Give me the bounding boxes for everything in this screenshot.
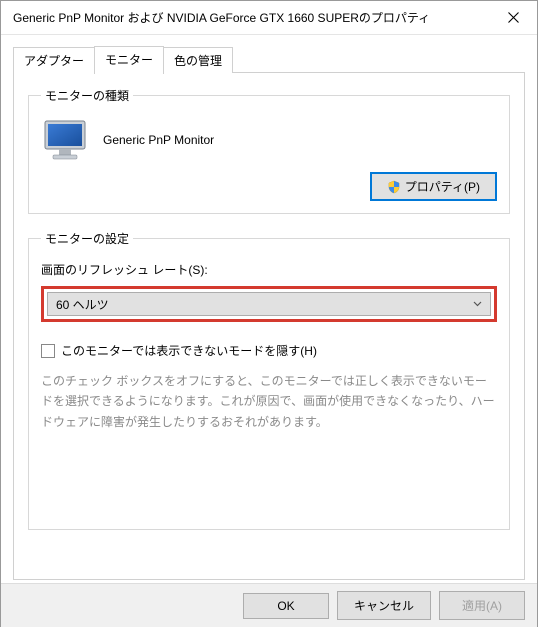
cancel-button[interactable]: キャンセル bbox=[337, 591, 431, 620]
monitor-name: Generic PnP Monitor bbox=[103, 133, 214, 147]
monitor-settings-group: モニターの設定 画面のリフレッシュ レート(S): 60 ヘルツ このモニターで… bbox=[28, 230, 510, 530]
tab-adapter[interactable]: アダプター bbox=[13, 47, 95, 73]
tab-panel-monitor: モニターの種類 bbox=[13, 72, 525, 580]
properties-button[interactable]: プロパティ(P) bbox=[370, 172, 497, 201]
apply-button[interactable]: 適用(A) bbox=[439, 591, 525, 620]
tab-color[interactable]: 色の管理 bbox=[163, 47, 233, 73]
titlebar: Generic PnP Monitor および NVIDIA GeForce G… bbox=[1, 1, 537, 35]
refresh-rate-value: 60 ヘルツ bbox=[56, 296, 109, 313]
monitor-type-legend: モニターの種類 bbox=[41, 87, 133, 104]
properties-row: プロパティ(P) bbox=[41, 172, 497, 201]
ok-button[interactable]: OK bbox=[243, 593, 329, 619]
monitor-info-row: Generic PnP Monitor bbox=[41, 118, 497, 162]
hide-modes-checkbox[interactable] bbox=[41, 344, 55, 358]
shield-icon bbox=[387, 180, 401, 194]
refresh-rate-highlight: 60 ヘルツ bbox=[41, 286, 497, 322]
monitor-settings-legend: モニターの設定 bbox=[41, 230, 133, 247]
hide-modes-label: このモニターでは表示できないモードを隠す(H) bbox=[61, 342, 317, 359]
properties-button-label: プロパティ(P) bbox=[405, 178, 480, 195]
close-icon bbox=[508, 12, 519, 23]
monitor-type-group: モニターの種類 bbox=[28, 87, 510, 214]
close-button[interactable] bbox=[491, 3, 535, 33]
refresh-rate-dropdown[interactable]: 60 ヘルツ bbox=[47, 292, 491, 316]
hide-modes-row: このモニターでは表示できないモードを隠す(H) bbox=[41, 342, 497, 359]
dialog-footer: OK キャンセル 適用(A) bbox=[1, 583, 537, 627]
monitor-icon bbox=[41, 118, 89, 162]
content-area: アダプター モニター 色の管理 モニターの種類 bbox=[1, 35, 537, 583]
tab-monitor[interactable]: モニター bbox=[94, 46, 164, 74]
refresh-rate-label: 画面のリフレッシュ レート(S): bbox=[41, 261, 497, 278]
window-title: Generic PnP Monitor および NVIDIA GeForce G… bbox=[13, 9, 491, 26]
chevron-down-icon bbox=[472, 299, 482, 309]
hide-modes-help: このチェック ボックスをオフにすると、このモニターでは正しく表示できないモードを… bbox=[41, 371, 497, 432]
tab-strip: アダプター モニター 色の管理 bbox=[13, 45, 525, 73]
